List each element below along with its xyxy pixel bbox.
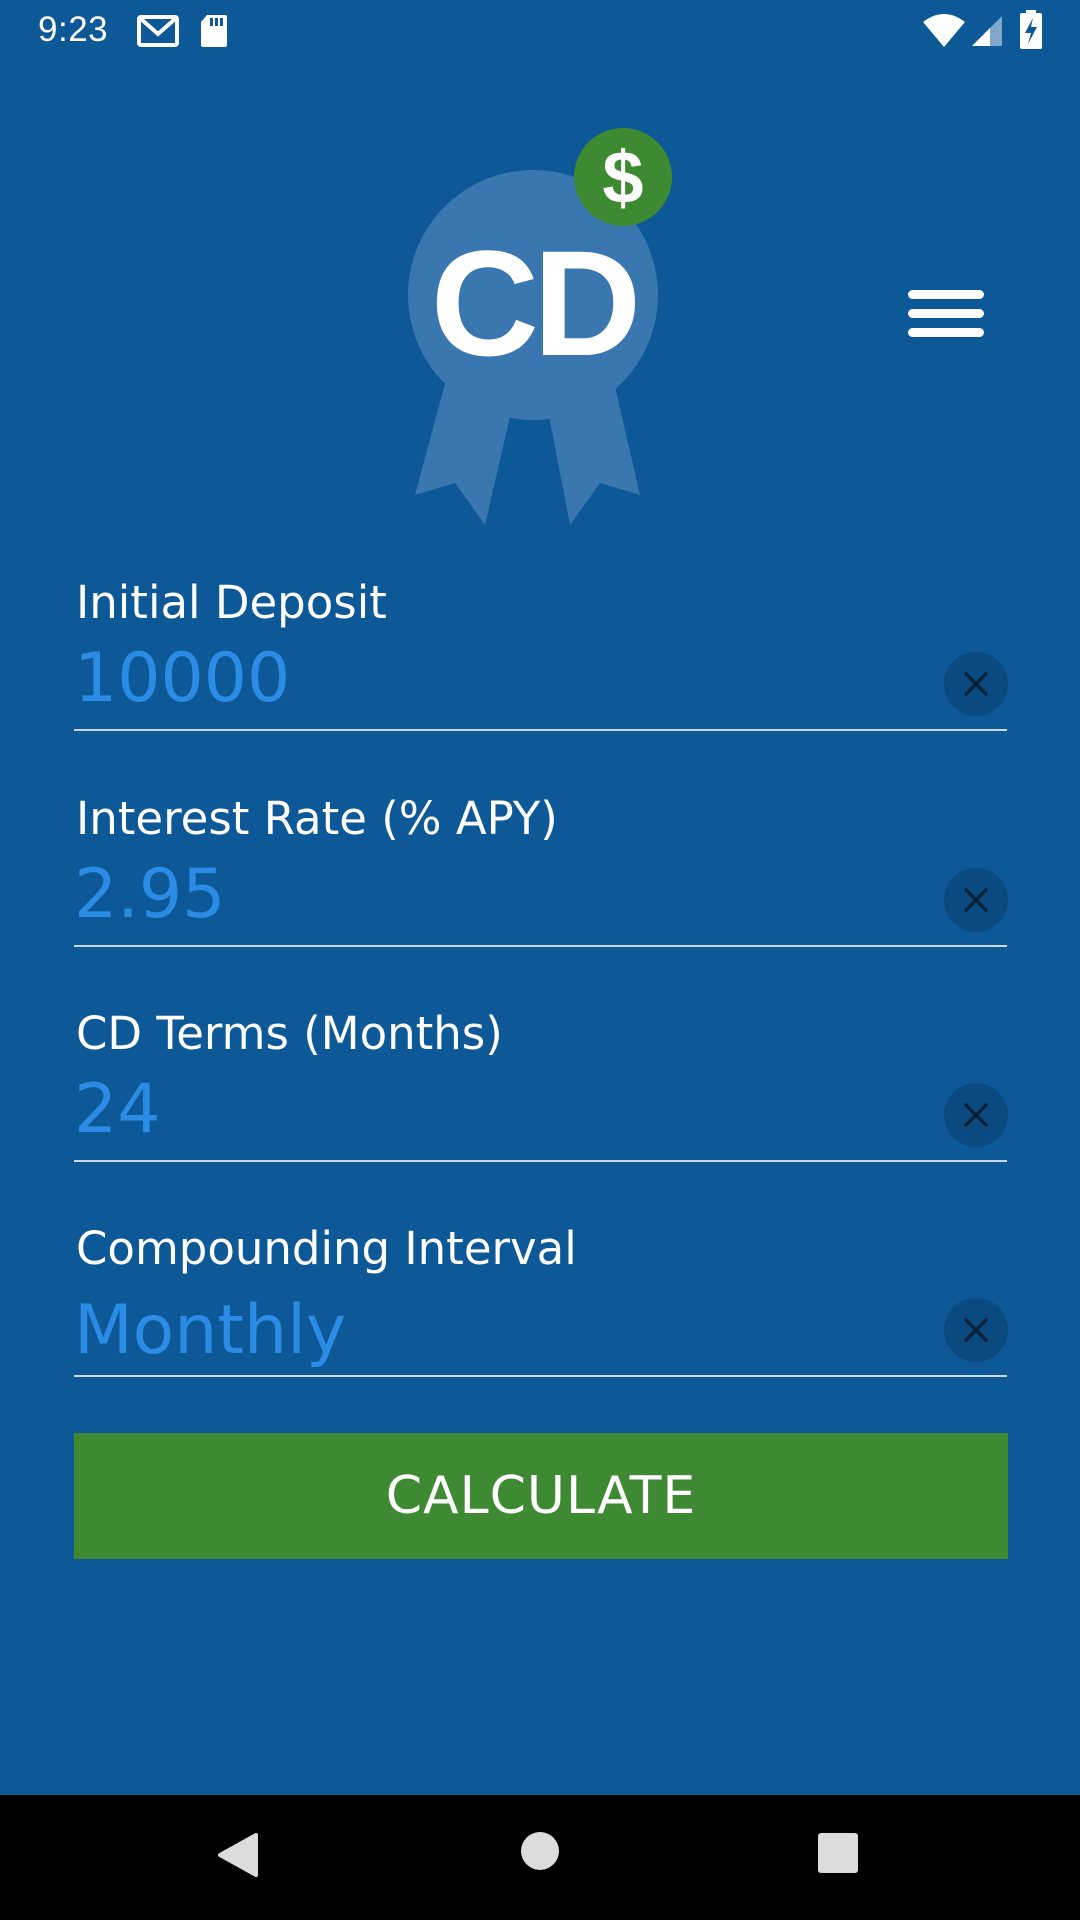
sd-card-icon xyxy=(199,13,229,53)
initial-deposit-label: Initial Deposit xyxy=(76,576,387,629)
clear-button[interactable] xyxy=(944,1298,1008,1362)
close-icon xyxy=(964,1103,988,1127)
status-bar: 9:23 xyxy=(0,0,1080,63)
gmail-icon xyxy=(137,14,179,52)
dollar-icon: $ xyxy=(602,136,643,219)
wifi-icon xyxy=(922,14,966,52)
clear-button[interactable] xyxy=(944,1083,1008,1147)
close-icon xyxy=(964,672,988,696)
interest-rate-field: Interest Rate (% APY) xyxy=(74,792,1008,982)
app-logo: CD $ xyxy=(395,115,695,545)
field-underline xyxy=(74,729,1007,731)
cell-signal-icon xyxy=(970,14,1004,52)
battery-charging-icon xyxy=(1019,10,1043,54)
initial-deposit-field: Initial Deposit xyxy=(74,576,1008,766)
compounding-interval-input[interactable] xyxy=(74,1290,914,1370)
navigation-bar xyxy=(0,1795,1080,1920)
interest-rate-input[interactable] xyxy=(74,854,914,934)
close-icon xyxy=(964,888,988,912)
cd-terms-label: CD Terms (Months) xyxy=(76,1007,503,1060)
home-icon[interactable] xyxy=(520,1831,560,1875)
clear-button[interactable] xyxy=(944,868,1008,932)
hamburger-menu-icon[interactable] xyxy=(895,280,985,350)
cd-terms-field: CD Terms (Months) xyxy=(74,1007,1008,1197)
logo-text: CD xyxy=(431,219,636,387)
field-underline xyxy=(74,1160,1007,1162)
initial-deposit-input[interactable] xyxy=(74,638,914,718)
recents-icon[interactable] xyxy=(817,1832,859,1878)
back-icon[interactable] xyxy=(214,1831,260,1883)
compounding-interval-label: Compounding Interval xyxy=(76,1222,577,1275)
close-icon xyxy=(964,1318,988,1342)
clear-button[interactable] xyxy=(944,652,1008,716)
cd-terms-input[interactable] xyxy=(74,1069,914,1149)
interest-rate-label: Interest Rate (% APY) xyxy=(76,792,558,845)
field-underline xyxy=(74,1375,1007,1377)
calculate-button[interactable]: CALCULATE xyxy=(74,1433,1008,1559)
field-underline xyxy=(74,945,1007,947)
status-time: 9:23 xyxy=(38,10,109,49)
compounding-interval-field: Compounding Interval xyxy=(74,1222,1008,1412)
